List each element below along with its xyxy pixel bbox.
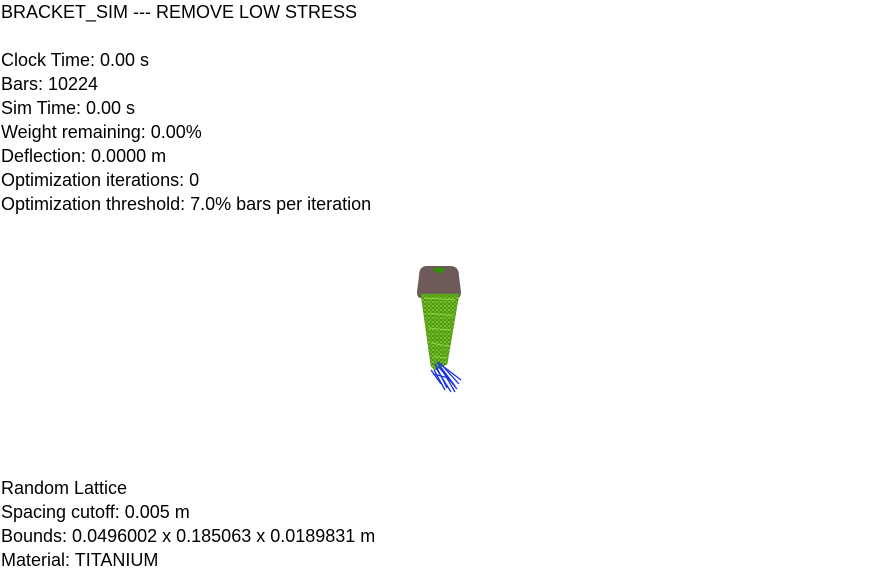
bracket-lattice-mesh [417,266,462,393]
optimization-threshold-readout: Optimization threshold: 7.0% bars per it… [1,194,372,214]
optimization-iterations-readout: Optimization iterations: 0 [1,170,200,190]
fixed-mount [417,266,461,298]
sim-time-readout: Sim Time: 0.00 s [1,98,136,118]
material-label: Material: TITANIUM [1,550,159,570]
bounds-label: Bounds: 0.0496002 x 0.185063 x 0.0189831… [1,526,376,546]
spacing-cutoff-label: Spacing cutoff: 0.005 m [1,502,190,522]
lattice-column [420,293,460,371]
clock-time-readout: Clock Time: 0.00 s [1,50,150,70]
bars-count-readout: Bars: 10224 [1,74,99,94]
3d-viewport[interactable] [405,258,475,403]
weight-remaining-readout: Weight remaining: 0.00% [1,122,202,142]
lattice-type-label: Random Lattice [1,478,128,498]
deflection-readout: Deflection: 0.0000 m [1,146,167,166]
sim-title: BRACKET_SIM --- REMOVE LOW STRESS [1,2,358,22]
